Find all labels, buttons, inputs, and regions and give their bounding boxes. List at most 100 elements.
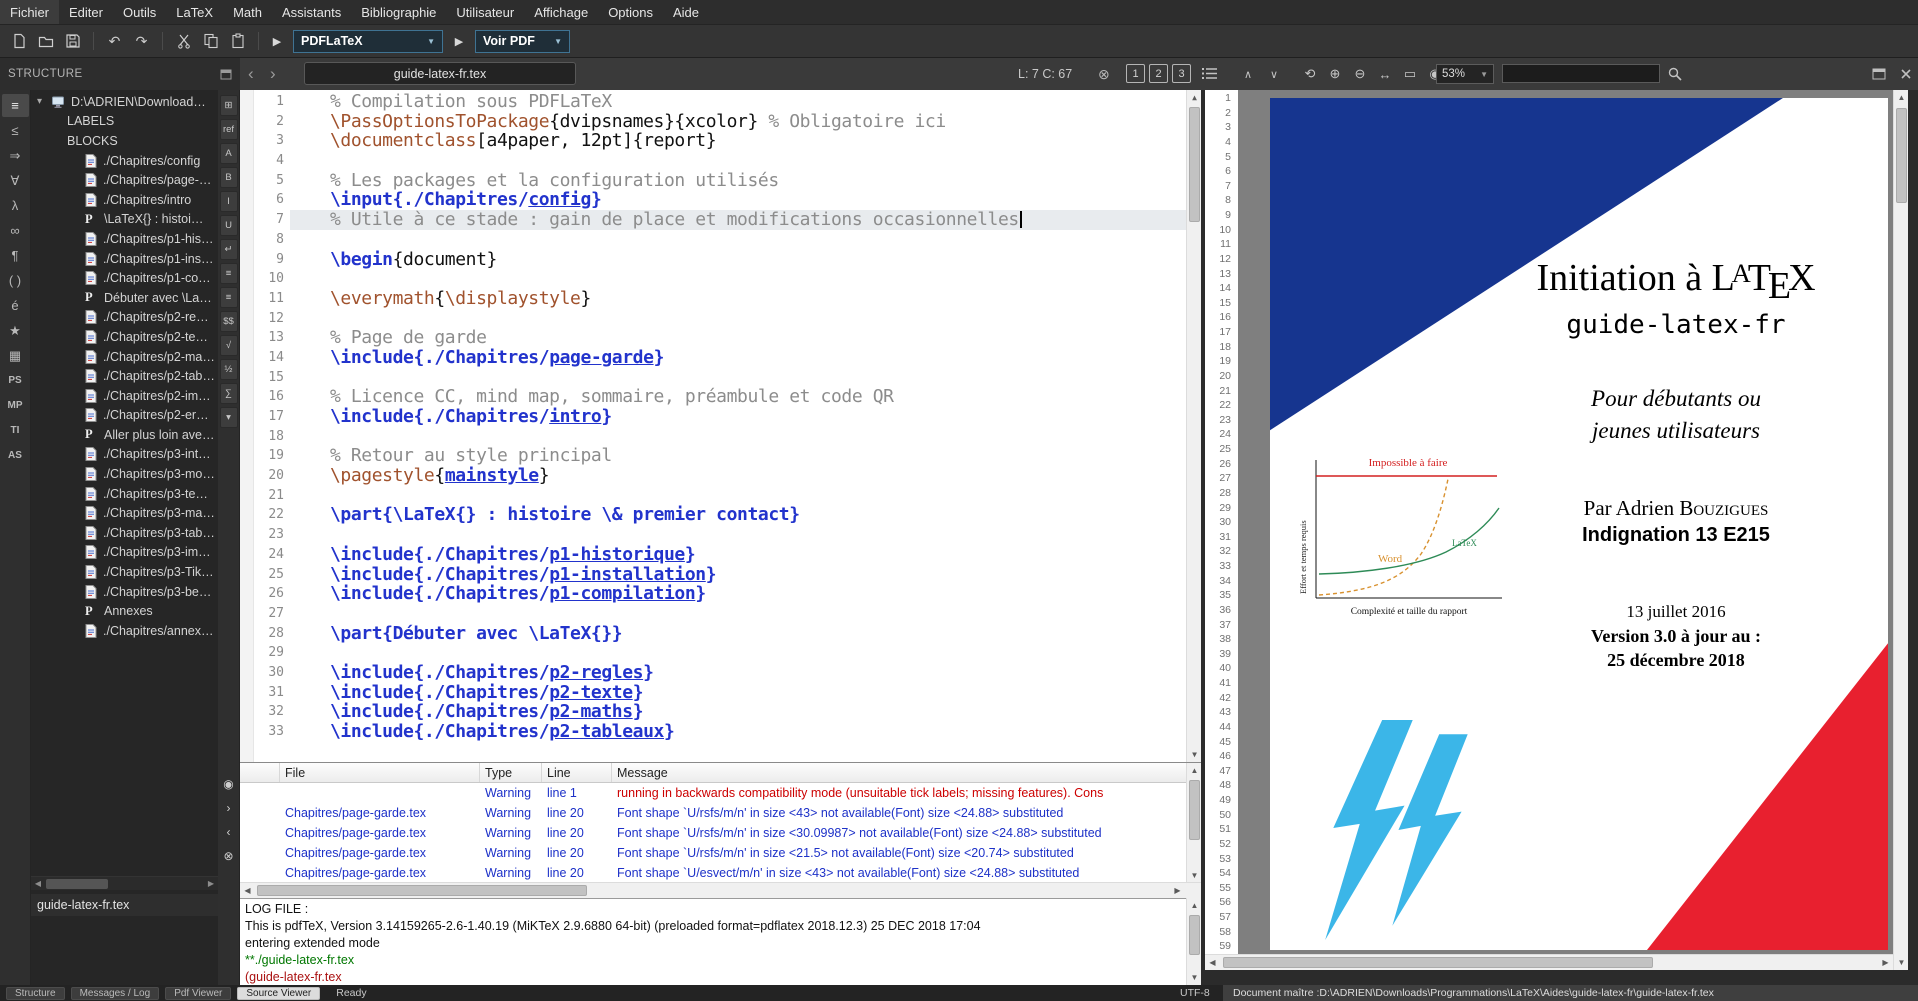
message-file[interactable]: Chapitres/page-garde.tex <box>280 866 480 880</box>
messages-column-header[interactable]: Message <box>612 763 1201 782</box>
pdf-line-number[interactable]: 46 <box>1205 749 1238 764</box>
paste-button[interactable] <box>225 29 250 54</box>
messages-column-header[interactable]: Line <box>542 763 612 782</box>
stop-icon[interactable]: ⊗ <box>1098 58 1110 90</box>
pdf-line-number[interactable]: 4 <box>1205 135 1238 150</box>
status-tab-pdf-viewer[interactable]: Pdf Viewer <box>165 987 231 1000</box>
open-file-list-item[interactable]: guide-latex-fr.tex <box>31 894 218 916</box>
copy-button[interactable] <box>198 29 223 54</box>
open-file-button[interactable] <box>33 29 58 54</box>
code-line[interactable]: 2\PassOptionsToPackage{dvipsnames}{xcolo… <box>240 112 1201 132</box>
pdf-search-input[interactable] <box>1502 64 1660 83</box>
structure-item-chapitres-p3-tab[interactable]: ./Chapitres/p3-tab… <box>31 523 218 543</box>
scrollbar-thumb[interactable] <box>46 879 108 889</box>
message-file[interactable]: Chapitres/page-garde.tex <box>280 826 480 840</box>
pdf-line-number[interactable]: 50 <box>1205 808 1238 823</box>
code-line[interactable]: 18 <box>240 427 1201 447</box>
pdf-line-number[interactable]: 45 <box>1205 735 1238 750</box>
code-line[interactable]: 31\include{./Chapitres/p2-texte} <box>240 683 1201 703</box>
scroll-down-icon[interactable]: ▼ <box>1187 868 1202 883</box>
pdf-line-number[interactable]: 19 <box>1205 354 1238 369</box>
detach-viewer-icon[interactable] <box>1872 67 1886 85</box>
scroll-left-icon[interactable]: ◀ <box>240 883 255 898</box>
message-row[interactable]: Chapitres/page-garde.texWarningline 20Fo… <box>240 823 1201 843</box>
redo-button[interactable]: ↷ <box>129 29 154 54</box>
structure-item-chapitres-p3-ma[interactable]: ./Chapitres/p3-ma… <box>31 503 218 523</box>
code-line[interactable]: 32\include{./Chapitres/p2-maths} <box>240 702 1201 722</box>
code-line[interactable]: 12 <box>240 309 1201 329</box>
scroll-up-icon[interactable]: ▲ <box>1894 90 1909 105</box>
view-selector[interactable]: Voir PDF ▼ <box>475 30 570 53</box>
pdf-line-number[interactable]: 41 <box>1205 676 1238 691</box>
pdf-line-number[interactable]: 44 <box>1205 720 1238 735</box>
frac-button[interactable]: ½ <box>220 359 238 380</box>
pdf-line-number[interactable]: 43 <box>1205 705 1238 720</box>
code-line[interactable]: 28\part{Débuter avec \LaTeX{}} <box>240 624 1201 644</box>
italic-button[interactable]: I <box>220 191 238 212</box>
structure-item-chapitres-p3-im[interactable]: ./Chapitres/p3-im… <box>31 543 218 563</box>
pdf-line-number[interactable]: 30 <box>1205 515 1238 530</box>
scrollbar-thumb[interactable] <box>257 885 587 896</box>
previous-message-icon[interactable]: ‹ <box>219 822 239 842</box>
pdf-line-number[interactable]: 53 <box>1205 852 1238 867</box>
menu-outils[interactable]: Outils <box>113 0 166 24</box>
international-tab[interactable]: é <box>2 294 29 317</box>
code-line[interactable]: 33\include{./Chapitres/p2-tableaux} <box>240 722 1201 742</box>
pdf-line-number[interactable]: 18 <box>1205 340 1238 355</box>
pdf-line-number[interactable]: 36 <box>1205 603 1238 618</box>
menu-editer[interactable]: Editer <box>59 0 113 24</box>
status-tab-structure[interactable]: Structure <box>6 987 65 1000</box>
structure-item-chapitres-p1-co[interactable]: ./Chapitres/p1-co… <box>31 268 218 288</box>
undo-button[interactable]: ↶ <box>102 29 127 54</box>
scrollbar-thumb[interactable] <box>1189 915 1200 955</box>
structure-item-chapitres-p2-ma[interactable]: ./Chapitres/p2-ma… <box>31 347 218 367</box>
scrollbar-thumb[interactable] <box>1189 780 1200 840</box>
code-line[interactable]: 20\pagestyle{mainstyle} <box>240 466 1201 486</box>
code-line[interactable]: 15 <box>240 368 1201 388</box>
menu-options[interactable]: Options <box>598 0 663 24</box>
structure-item-chapitres-p2-er[interactable]: ./Chapitres/p2-er… <box>31 406 218 426</box>
metapost-tab[interactable]: MP <box>2 394 29 417</box>
messages-column-header[interactable]: Type <box>480 763 542 782</box>
code-line[interactable]: 10 <box>240 269 1201 289</box>
asymptote-tab[interactable]: AS <box>2 444 29 467</box>
pdf-line-number[interactable]: 22 <box>1205 398 1238 413</box>
menu-assistants[interactable]: Assistants <box>272 0 351 24</box>
pdf-hscrollbar[interactable]: ◀ ▶ <box>1205 954 1893 970</box>
next-icon[interactable]: ∨ <box>1270 58 1278 90</box>
structure-item-labels[interactable]: LABELS <box>31 112 218 132</box>
code-line[interactable]: 4 <box>240 151 1201 171</box>
delimiters-tab[interactable]: ( ) <box>2 269 29 292</box>
sqrt-button[interactable]: √ <box>220 335 238 356</box>
messages-hscrollbar[interactable]: ◀ ▶ <box>240 882 1201 898</box>
pdf-line-number[interactable]: 27 <box>1205 471 1238 486</box>
pdf-line-number[interactable]: 31 <box>1205 530 1238 545</box>
font-button[interactable]: A <box>220 143 238 164</box>
menu-aide[interactable]: Aide <box>663 0 709 24</box>
pdf-line-number[interactable]: 47 <box>1205 764 1238 779</box>
status-tab-messages-log[interactable]: Messages / Log <box>71 987 160 1000</box>
messages-column-header[interactable] <box>240 763 280 782</box>
pdf-vscrollbar[interactable]: ▲ ▼ <box>1893 90 1908 970</box>
zoom-out-icon[interactable]: ⊖ <box>1350 64 1370 84</box>
code-line[interactable]: 26\include{./Chapitres/p1-compilation} <box>240 584 1201 604</box>
pdf-line-number[interactable]: 5 <box>1205 150 1238 165</box>
align-left-button[interactable]: ≡ <box>220 263 238 284</box>
code-line[interactable]: 6\input{./Chapitres/config} <box>240 190 1201 210</box>
pdf-line-number[interactable]: 14 <box>1205 281 1238 296</box>
scrollbar-thumb[interactable] <box>1896 108 1907 203</box>
zoom-selector[interactable]: 53% ▼ <box>1436 64 1494 84</box>
label-button[interactable]: ⊞ <box>220 95 238 116</box>
bookmark-1-button[interactable]: 1 <box>1126 64 1145 83</box>
code-line[interactable]: 30\include{./Chapitres/p2-regles} <box>240 663 1201 683</box>
pdf-line-number[interactable]: 25 <box>1205 442 1238 457</box>
structure-item-d-buter-avec-la[interactable]: PDébuter avec \La… <box>31 288 218 308</box>
bold-button[interactable]: B <box>220 167 238 188</box>
structure-item-chapitres-p3-te[interactable]: ./Chapitres/p3-te… <box>31 484 218 504</box>
pdf-line-number[interactable]: 38 <box>1205 632 1238 647</box>
status-tab-source-viewer[interactable]: Source Viewer <box>237 987 320 1000</box>
search-icon[interactable] <box>1668 67 1682 86</box>
scroll-down-icon[interactable]: ▼ <box>1187 970 1202 985</box>
menu-fichier[interactable]: Fichier <box>0 0 59 24</box>
refresh-icon[interactable]: ⟲ <box>1300 64 1320 84</box>
